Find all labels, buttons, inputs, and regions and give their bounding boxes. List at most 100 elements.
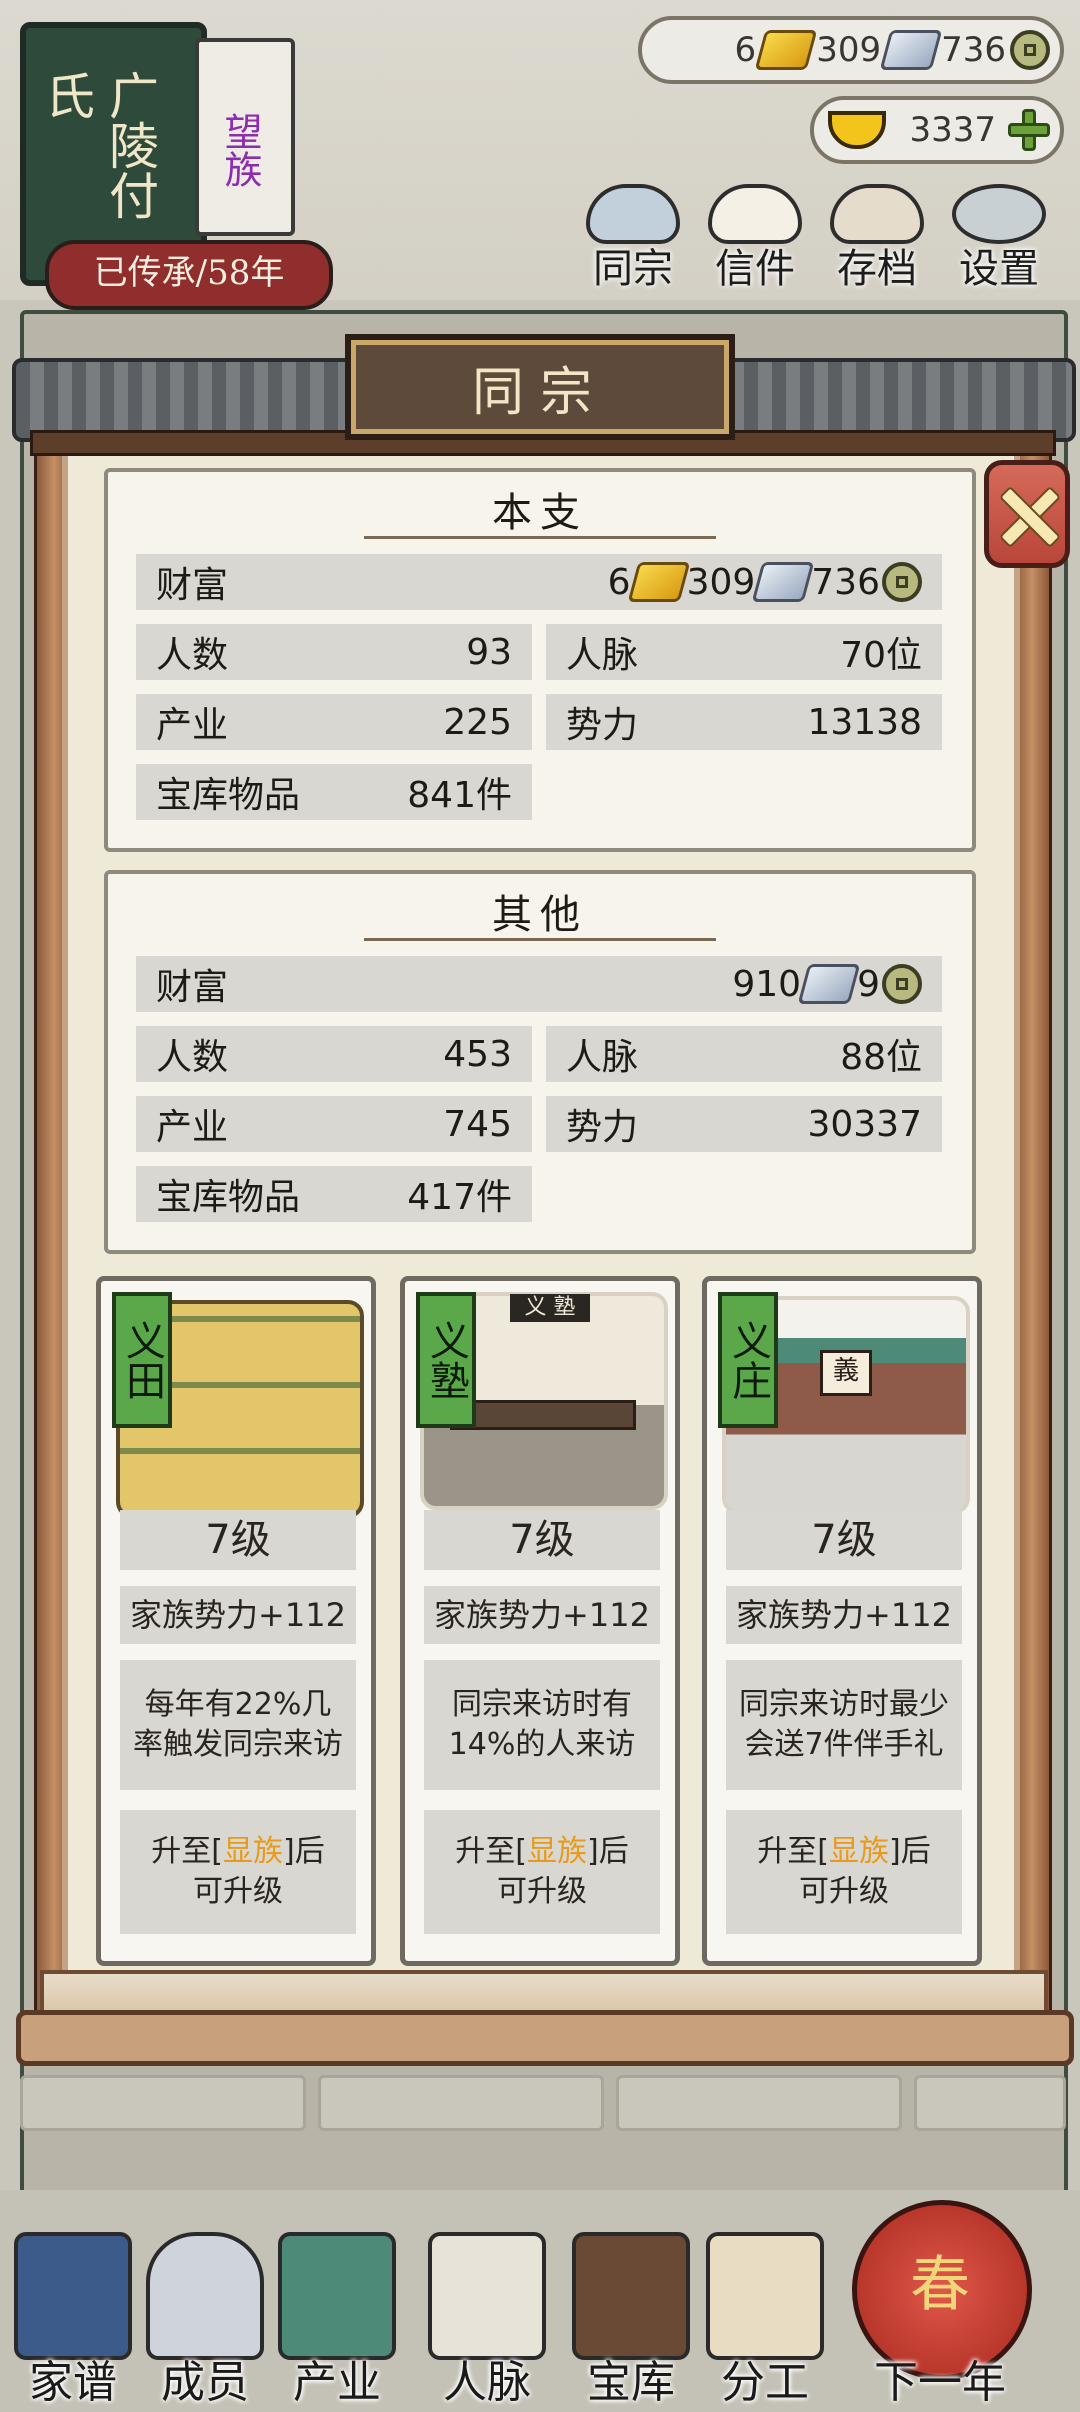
main-power-value: 13138 (807, 701, 922, 743)
add-ingot-icon[interactable] (1008, 109, 1050, 151)
nav-members-button[interactable]: 成员 (140, 2220, 270, 2410)
other-people-row: 人数 453 (136, 1026, 532, 1082)
nav-genealogy-button[interactable]: 家谱 (8, 2220, 138, 2410)
upgrade-rank: 显族 (829, 1834, 889, 1869)
network-icon (428, 2232, 546, 2360)
other-industry-value: 745 (443, 1103, 512, 1145)
building-icon (278, 2232, 396, 2360)
upgrade-rank: 显族 (223, 1834, 283, 1869)
other-branch-title: 其他 (492, 892, 588, 938)
main-power-label: 势力 (566, 705, 639, 746)
family-rank-text: 望族 (218, 112, 262, 188)
nav-members-label: 成员 (161, 2357, 249, 2408)
nav-industry-label: 产业 (293, 2357, 381, 2408)
coin-amount: 736 (941, 30, 1006, 70)
building-level-manor: 7级 (726, 1510, 962, 1570)
building-tag-school: 义塾 (416, 1292, 476, 1428)
main-wealth-silver: 309 (686, 561, 756, 603)
nav-industry-button[interactable]: 产业 (272, 2220, 402, 2410)
bottom-slot (20, 2075, 306, 2131)
other-industry-row: 产业 745 (136, 1096, 532, 1152)
other-power-value: 30337 (807, 1103, 922, 1145)
nav-treasury-button[interactable]: 宝库 (566, 2220, 696, 2410)
gold-ingot-icon (828, 111, 886, 149)
other-vault-label: 宝库物品 (156, 1177, 301, 1218)
other-wealth-coin: 9 (857, 963, 880, 1005)
other-people-value: 453 (443, 1033, 512, 1075)
scroll-icon (706, 2232, 824, 2360)
main-contacts-row: 人脉 70位 (546, 624, 942, 680)
nav-division-button[interactable]: 分工 (700, 2220, 830, 2410)
main-vault-row: 宝库物品 841件 (136, 764, 532, 820)
topnav-save-button[interactable]: 存档 (822, 184, 932, 294)
school-plaque: 义 塾 (510, 1294, 590, 1322)
upgrade-pre: 升至[ (151, 1834, 223, 1869)
nav-next-year-button[interactable]: 下一年 (840, 2220, 1040, 2410)
dialog-base-rail (16, 2010, 1074, 2066)
main-wealth-row: 财富 6 309 736 (136, 554, 942, 610)
nav-treasury-label: 宝库 (587, 2357, 675, 2408)
upgrade-pre: 升至[ (757, 1834, 829, 1869)
nav-division-label: 分工 (721, 2357, 809, 2408)
gear-icon (952, 184, 1046, 244)
manor-plaque: 義 (820, 1350, 872, 1396)
other-power-label: 势力 (566, 1107, 639, 1148)
copper-coin-icon (882, 562, 922, 602)
other-branch-rule (364, 938, 716, 941)
main-vault-value: 841件 (407, 775, 512, 816)
nav-genealogy-label: 家谱 (29, 2357, 117, 2408)
gold-bar-icon (754, 30, 818, 70)
silver-bar-icon (797, 964, 861, 1004)
building-upgrade-manor: 升至[显族]后 可升级 (726, 1810, 962, 1934)
main-people-label: 人数 (156, 635, 229, 676)
save-scroll-icon (830, 184, 924, 244)
bottom-slot (318, 2075, 604, 2131)
upgrade-post: ]后 (283, 1834, 325, 1869)
ingot-amount: 3337 (909, 110, 996, 150)
main-industry-value: 225 (443, 701, 512, 743)
main-wealth-values: 6 309 736 (608, 562, 922, 603)
upgrade-pre: 升至[ (455, 1834, 527, 1869)
building-tag-manor: 义庄 (718, 1292, 778, 1428)
topnav-settings-label: 设置 (959, 246, 1039, 292)
building-desc-field: 每年有22%几率触发同宗来访 (120, 1660, 356, 1790)
main-wealth-label: 财富 (156, 565, 229, 606)
upgrade-post: ]后 (889, 1834, 931, 1869)
other-wealth-label: 财富 (156, 967, 229, 1008)
building-bonus-field: 家族势力+112 (120, 1586, 356, 1644)
topnav-save-label: 存档 (837, 246, 917, 292)
close-button[interactable] (984, 460, 1070, 568)
letter-icon (708, 184, 802, 244)
upgrade-line-1: 升至[显族]后 (151, 1832, 324, 1872)
building-level-school: 7级 (424, 1510, 660, 1570)
dialog-title: 同宗 (345, 334, 735, 440)
other-wealth-row: 财富 910 9 (136, 956, 942, 1012)
upgrade-rank: 显族 (527, 1834, 587, 1869)
silver-bar-icon (751, 562, 815, 602)
building-upgrade-school: 升至[显族]后 可升级 (424, 1810, 660, 1934)
building-desc-school: 同宗来访时有14%的人来访 (424, 1660, 660, 1790)
gold-amount: 6 (734, 30, 757, 70)
main-contacts-value: 70位 (840, 635, 922, 676)
building-tag-field: 义田 (112, 1292, 172, 1428)
topnav-clan-button[interactable]: 同宗 (578, 184, 688, 294)
building-bonus-school: 家族势力+112 (424, 1586, 660, 1644)
other-wealth-silver: 910 (732, 963, 802, 1005)
topnav-settings-button[interactable]: 设置 (944, 184, 1054, 294)
nav-network-button[interactable]: 人脉 (422, 2220, 552, 2410)
bottom-slot (914, 2075, 1066, 2131)
ingot-bar: 3337 (810, 96, 1064, 164)
main-people-row: 人数 93 (136, 624, 532, 680)
main-power-row: 势力 13138 (546, 694, 942, 750)
topnav-letter-label: 信件 (715, 246, 795, 292)
main-industry-label: 产业 (156, 705, 229, 746)
upgrade-post: ]后 (587, 1834, 629, 1869)
main-branch-rule (364, 536, 716, 539)
other-industry-label: 产业 (156, 1107, 229, 1148)
topnav-letter-button[interactable]: 信件 (700, 184, 810, 294)
member-icon (146, 2232, 264, 2360)
upgrade-line-1: 升至[显族]后 (757, 1832, 930, 1872)
building-bonus-manor: 家族势力+112 (726, 1586, 962, 1644)
silver-amount: 309 (816, 30, 882, 70)
main-branch-title: 本支 (492, 490, 588, 536)
